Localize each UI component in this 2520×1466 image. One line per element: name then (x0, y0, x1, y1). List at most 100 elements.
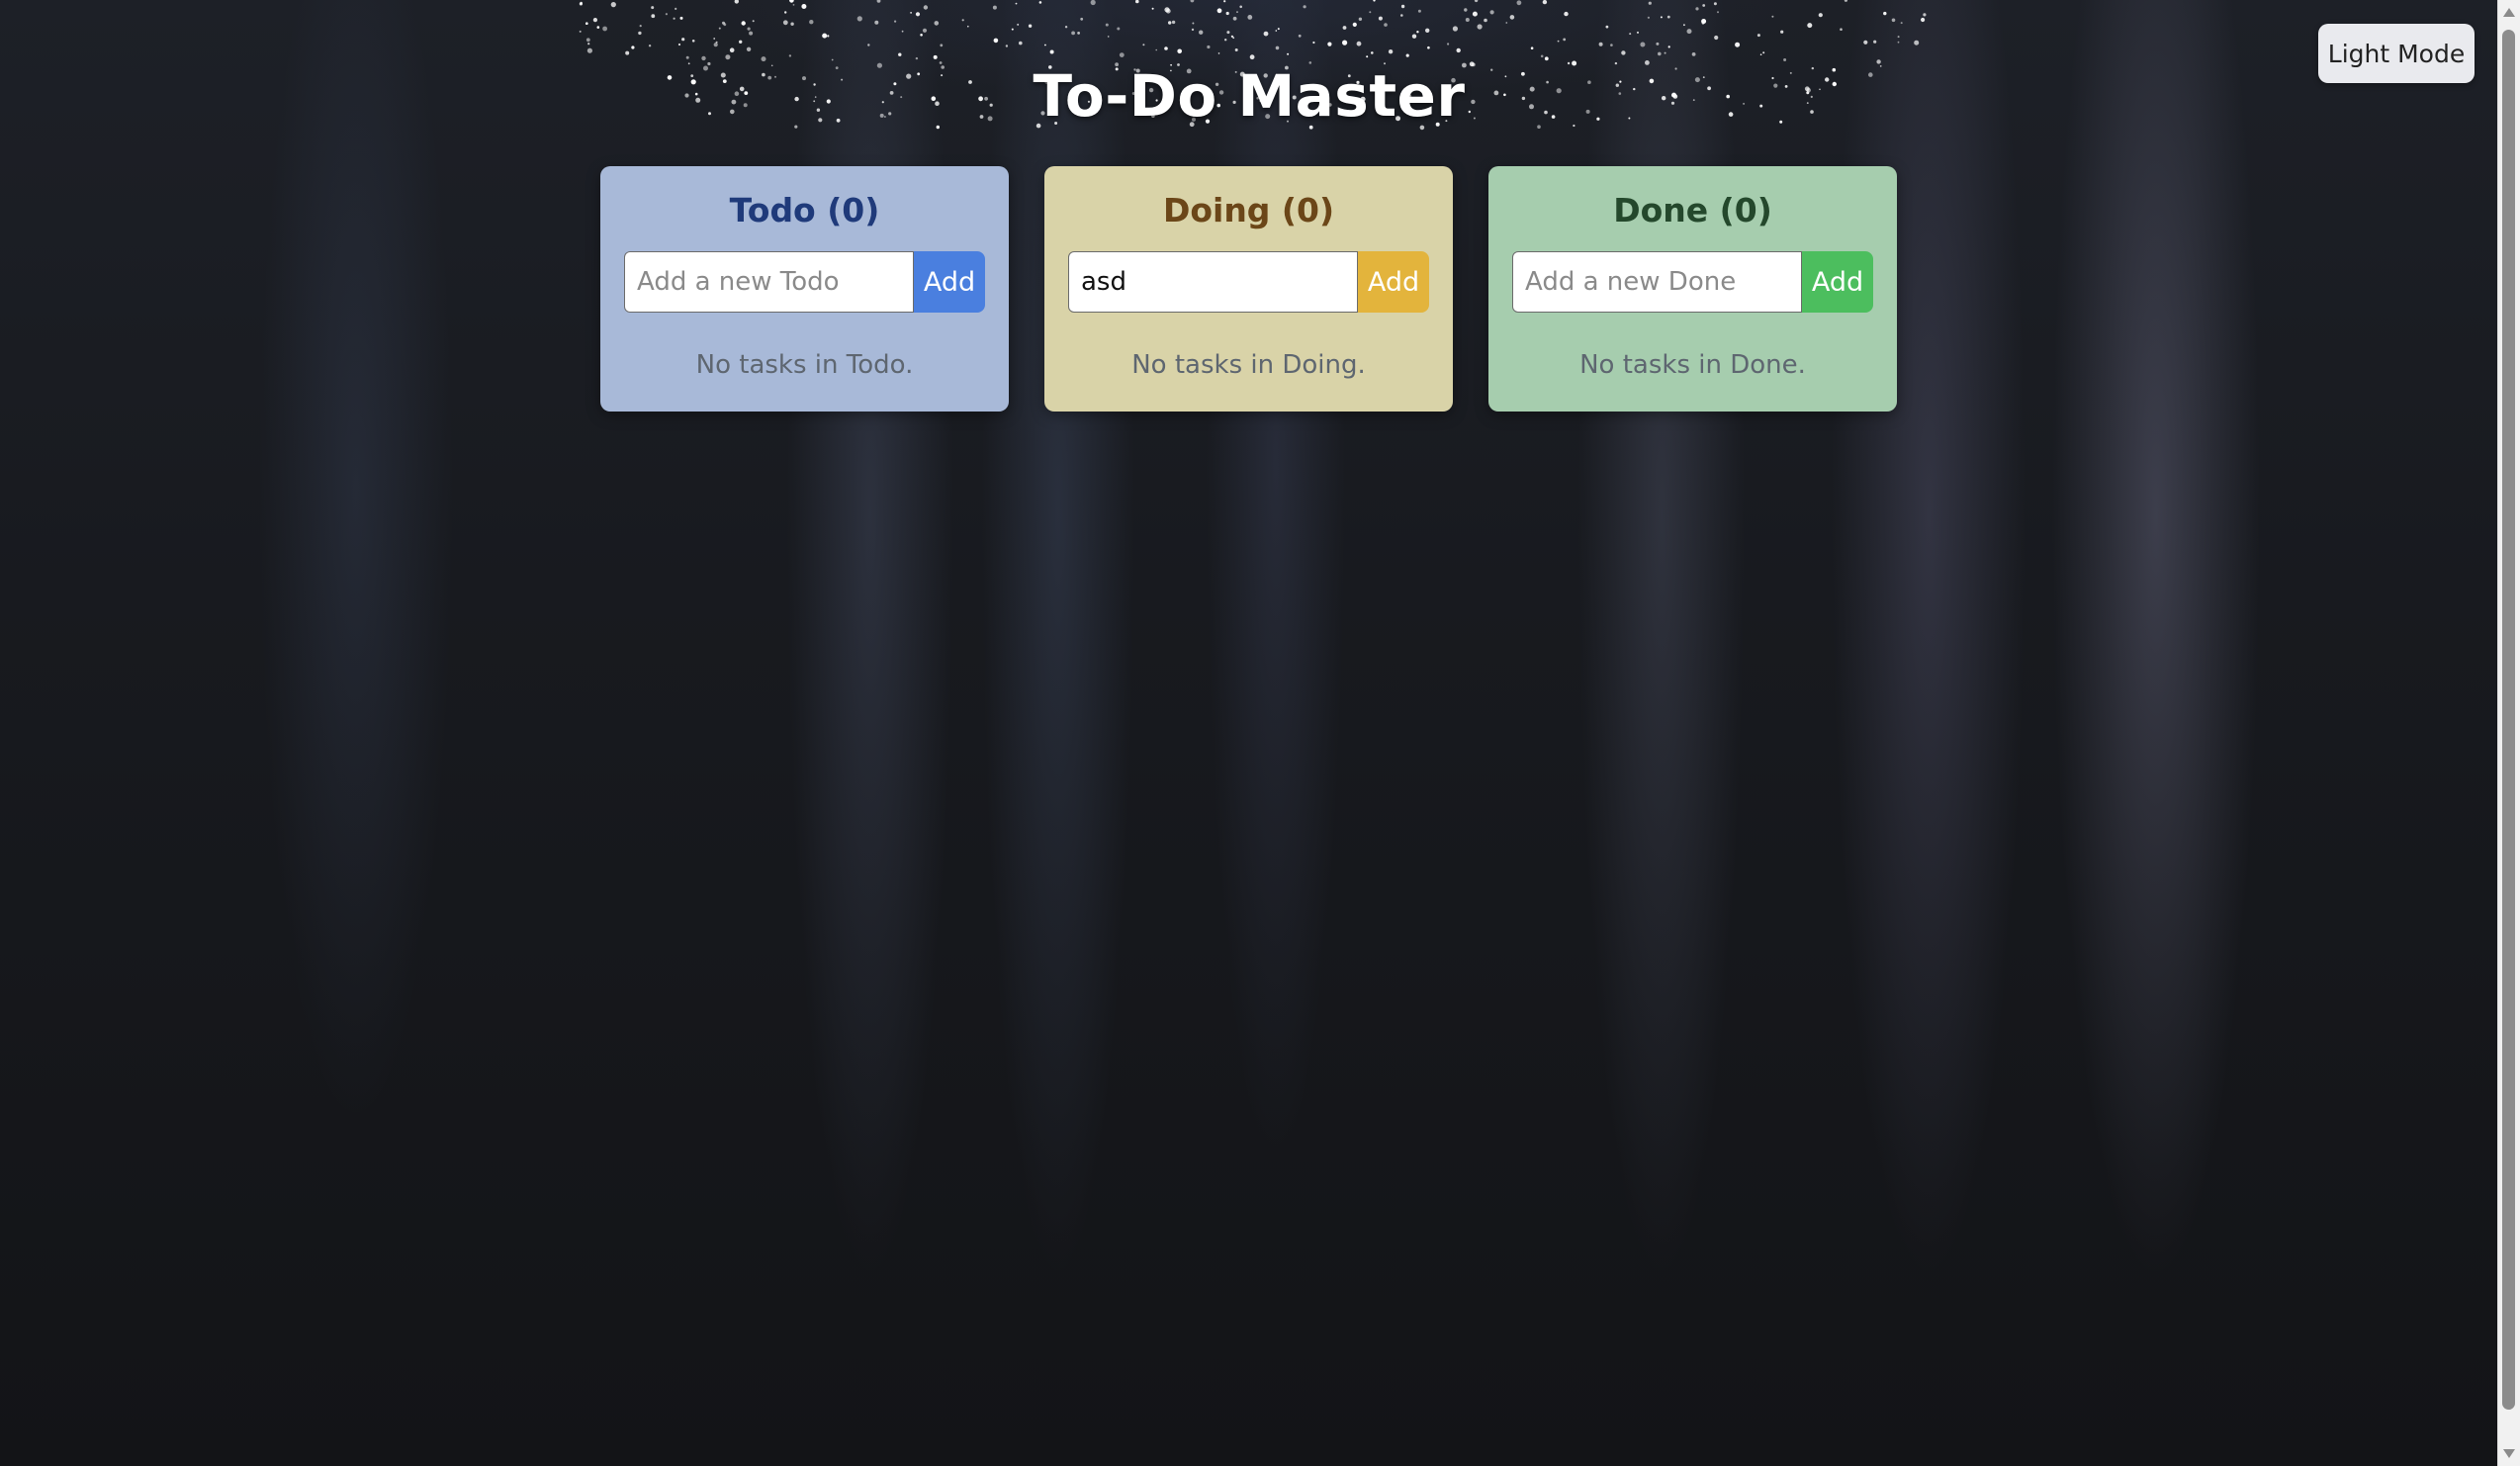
star-dot (1373, 0, 1376, 2)
star-dot (1275, 30, 1278, 32)
star-dot (1489, 10, 1494, 15)
theme-toggle-button[interactable]: Light Mode (2318, 24, 2475, 83)
column-done: Done (0) Add No tasks in Done. (1488, 166, 1897, 412)
add-task-row: Add (1512, 251, 1873, 313)
star-dot (1667, 46, 1670, 48)
star-dot (1275, 46, 1280, 50)
scroll-thumb[interactable] (2502, 30, 2515, 1410)
star-dot (915, 56, 919, 60)
todo-task-input[interactable] (624, 251, 914, 313)
star-dot (1771, 15, 1774, 18)
star-dot (602, 26, 607, 32)
star-dot (1017, 23, 1020, 26)
star-dot (1378, 16, 1383, 21)
star-dot (1388, 49, 1394, 54)
star-dot (1303, 5, 1306, 9)
star-dot (1142, 44, 1145, 46)
star-dot (784, 11, 787, 14)
star-dot (1247, 15, 1253, 20)
star-dot (1840, 28, 1843, 32)
star-dot (1873, 40, 1877, 44)
star-dot (933, 54, 938, 59)
star-dot (1509, 15, 1515, 20)
star-dot (648, 45, 652, 47)
star-dot (1417, 9, 1421, 13)
star-dot (639, 25, 642, 28)
star-dot (1342, 26, 1347, 30)
star-dot (1400, 4, 1405, 9)
star-dot (631, 46, 635, 49)
star-dot (1356, 41, 1362, 46)
doing-add-button[interactable]: Add (1358, 251, 1429, 313)
done-task-input[interactable] (1512, 251, 1802, 313)
doing-task-input[interactable] (1068, 251, 1358, 313)
star-dot (1249, 54, 1255, 60)
star-dot (592, 18, 597, 23)
star-dot (822, 33, 828, 39)
scroll-up-icon[interactable] (2503, 8, 2515, 17)
star-dot (1135, 0, 1139, 4)
star-dot (1234, 48, 1238, 51)
star-dot (1629, 33, 1632, 36)
star-dot (1713, 2, 1717, 6)
star-dot (1358, 17, 1363, 21)
star-dot (1352, 22, 1357, 27)
star-dot (734, 0, 739, 4)
column-doing: Doing (0) Add No tasks in Doing. (1044, 166, 1453, 412)
star-dot (625, 50, 630, 55)
star-dot (1923, 13, 1927, 17)
star-dot (585, 22, 588, 26)
star-dot (922, 28, 928, 33)
star-dot (1119, 52, 1125, 57)
star-dot (749, 31, 754, 36)
star-dot (1005, 45, 1009, 47)
star-dot (1015, 2, 1018, 5)
star-dot (1298, 34, 1302, 38)
star-dot (585, 38, 590, 43)
star-dot (1691, 52, 1696, 56)
star-dot (1735, 42, 1741, 47)
star-dot (1605, 25, 1609, 29)
star-dot (725, 54, 731, 60)
star-dot (1327, 42, 1332, 46)
star-dot (801, 4, 807, 9)
star-dot (1647, 16, 1650, 19)
star-dot (1400, 14, 1403, 17)
star-dot (1863, 40, 1868, 45)
star-dot (1171, 20, 1176, 25)
star-dot (1474, 0, 1479, 3)
star-dot (915, 12, 921, 17)
star-dot (934, 21, 940, 26)
vertical-scrollbar[interactable] (2497, 0, 2520, 1466)
star-dot (874, 20, 879, 25)
scroll-down-icon[interactable] (2503, 1449, 2515, 1458)
star-dot (1216, 8, 1222, 14)
star-dot (1151, 7, 1154, 10)
empty-state-text: No tasks in Todo. (695, 350, 914, 380)
star-dot (1230, 35, 1233, 38)
star-dot (1263, 31, 1269, 37)
app-title: To-Do Master (1033, 61, 1466, 130)
star-dot (1464, 8, 1468, 12)
star-dot (788, 54, 792, 57)
star-dot (1637, 31, 1639, 34)
star-dot (1714, 35, 1719, 41)
star-dot (677, 43, 681, 46)
done-add-button[interactable]: Add (1802, 251, 1873, 313)
star-dot (1656, 42, 1660, 46)
star-dot (691, 40, 695, 43)
star-dot (1165, 8, 1171, 14)
star-dot (1900, 22, 1903, 25)
star-dot (1477, 24, 1483, 30)
star-dot (1312, 41, 1315, 45)
star-dot (1452, 26, 1458, 32)
star-dot (1844, 0, 1847, 2)
star-dot (1640, 42, 1646, 47)
todo-add-button[interactable]: Add (914, 251, 985, 313)
star-dot (1207, 45, 1211, 49)
star-dot (1049, 49, 1054, 54)
add-task-row: Add (624, 251, 985, 313)
star-dot (898, 52, 902, 56)
star-dot (1701, 19, 1707, 24)
star-dot (790, 22, 794, 26)
